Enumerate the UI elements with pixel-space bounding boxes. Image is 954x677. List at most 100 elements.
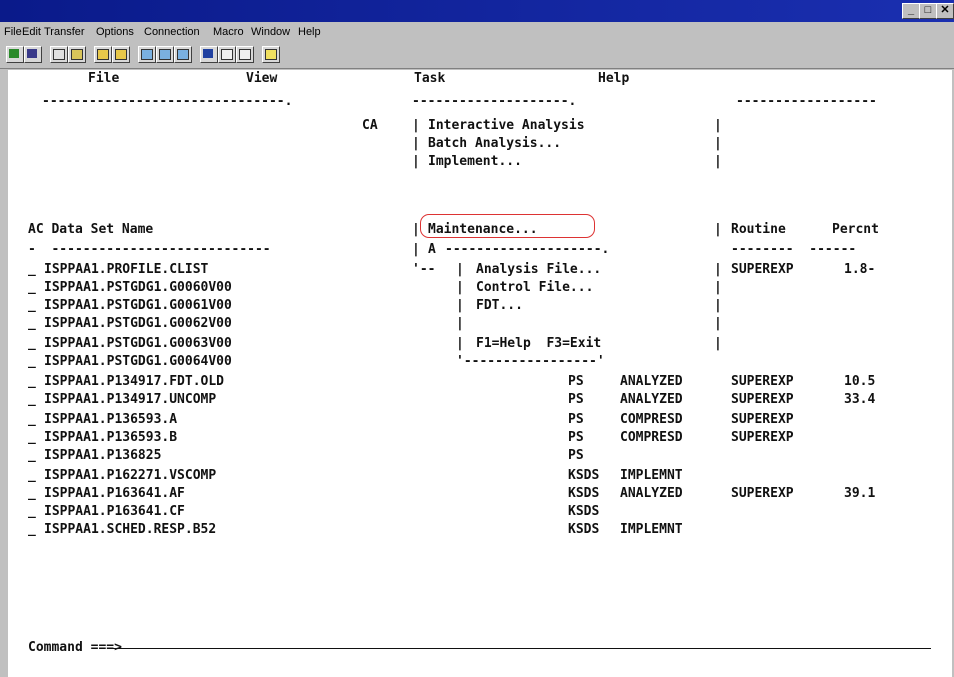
task-interactive-analysis[interactable]: Interactive Analysis [428,118,585,133]
data-set-percent: 10.5 [844,374,876,389]
row-select-field[interactable]: _ [28,280,36,295]
row-select-field[interactable]: _ [28,486,36,501]
data-set-org: PS [568,448,584,463]
clear-icon[interactable] [236,46,254,63]
macro-icon[interactable] [200,46,218,63]
receive-file-icon[interactable] [156,46,174,63]
menu-border: | [412,242,420,257]
data-set-status: COMPRESD [620,430,683,445]
maximize-button[interactable]: □ [919,3,937,19]
menu-border: | [412,154,420,169]
action-view[interactable]: View [246,71,277,86]
data-set-status: IMPLEMNT [620,522,683,537]
task-batch-analysis[interactable]: Batch Analysis... [428,136,561,151]
data-set-routine: SUPEREXP [731,430,794,445]
row-select-field[interactable]: _ [28,468,36,483]
row-select-field[interactable]: _ [28,412,36,427]
menu-connection[interactable]: Connection [144,26,200,38]
data-set-name: ISPPAA1.PSTGDG1.G0062V00 [44,316,232,331]
data-set-status: ANALYZED [620,486,683,501]
row-select-field[interactable]: _ [28,522,36,537]
data-set-name: ISPPAA1.P136593.A [44,412,178,427]
data-set-name: ISPPAA1.P163641.AF [44,486,185,501]
submenu-fdt[interactable]: FDT... [476,298,523,313]
row-select-field[interactable]: _ [28,336,36,351]
data-set-name: ISPPAA1.PSTGDG1.G0064V00 [44,354,232,369]
menu-macro[interactable]: Macro [213,26,244,38]
data-set-name: ISPPAA1.P162271.VSCOMP [44,468,217,483]
data-set-org: KSDS [568,486,600,501]
row-select-field[interactable]: _ [28,504,36,519]
paste-icon[interactable] [68,46,86,63]
open-folder-icon[interactable] [94,46,112,63]
menu-border: | [714,136,722,151]
separator-right: ------------------ [736,94,877,109]
action-task[interactable]: Task [414,71,445,86]
menu-help[interactable]: Help [298,26,321,38]
separator-left: -------------------------------. [42,94,293,109]
submenu-border: | [456,280,464,295]
submenu-border: | [714,262,722,277]
menu-options[interactable]: Options [96,26,134,38]
submenu-function-keys: F1=Help F3=Exit [476,336,602,351]
menu-edit[interactable]: Edit [22,26,41,38]
row-select-field[interactable]: _ [28,430,36,445]
submenu-analysis-file[interactable]: Analysis File... [476,262,601,277]
row-select-field[interactable]: _ [28,354,36,369]
copy-icon[interactable] [50,46,68,63]
ca-label: CA [362,118,378,133]
row-select-field[interactable]: _ [28,298,36,313]
row-select-field[interactable]: _ [28,392,36,407]
data-set-percent: 1.8- [844,262,876,277]
submenu-border: | [714,336,722,351]
menu-file[interactable]: File [4,26,22,38]
action-file[interactable]: File [88,71,119,86]
task-implement[interactable]: Implement... [428,154,522,169]
row-select-field[interactable]: _ [28,374,36,389]
help-icon[interactable] [262,46,280,63]
submenu-corner: '-- [412,262,436,277]
data-set-routine: SUPEREXP [731,374,794,389]
maintenance-highlight [420,214,595,238]
menu-transfer[interactable]: Transfer [44,26,85,38]
submenu-control-file[interactable]: Control File... [476,280,593,295]
data-set-org: KSDS [568,522,600,537]
data-set-routine: SUPEREXP [731,412,794,427]
menu-window[interactable]: Window [251,26,290,38]
transfer-icon[interactable] [174,46,192,63]
data-set-name: ISPPAA1.SCHED.RESP.B52 [44,522,217,537]
column-underline-right: -------- ------ [731,242,857,257]
data-set-name: ISPPAA1.P136825 [44,448,162,463]
column-header-percnt: Percnt [832,222,879,237]
data-set-org: KSDS [568,468,600,483]
row-select-field[interactable]: _ [28,262,36,277]
play-macro-icon[interactable] [218,46,236,63]
save-folder-icon[interactable] [112,46,130,63]
submenu-bottom-border: '-----------------' [456,354,605,369]
data-set-status: ANALYZED [620,392,683,407]
command-label: Command ===> [28,640,122,655]
data-set-percent: 39.1 [844,486,876,501]
submenu-border: | [714,316,722,331]
print-icon[interactable] [24,46,42,63]
data-set-name: ISPPAA1.P136593.B [44,430,178,445]
row-select-field[interactable]: _ [28,448,36,463]
terminal-screen: File View Task Help --------------------… [8,70,952,677]
close-button[interactable]: ✕ [936,3,954,19]
send-file-icon[interactable] [138,46,156,63]
connect-icon[interactable] [6,46,24,63]
action-help[interactable]: Help [598,71,629,86]
row-select-field[interactable]: _ [28,316,36,331]
data-set-name: ISPPAA1.P134917.FDT.OLD [44,374,225,389]
minimize-button[interactable]: _ [902,3,920,19]
data-set-name: ISPPAA1.P134917.UNCOMP [44,392,217,407]
data-set-org: PS [568,412,584,427]
submenu-border: | [456,262,464,277]
submenu-border: | [456,336,464,351]
menu-border: | [412,136,420,151]
data-set-org: KSDS [568,504,600,519]
command-input[interactable] [111,648,931,649]
data-set-percent: 33.4 [844,392,876,407]
toolbar [0,42,954,69]
data-set-name: ISPPAA1.PSTGDG1.G0063V00 [44,336,232,351]
